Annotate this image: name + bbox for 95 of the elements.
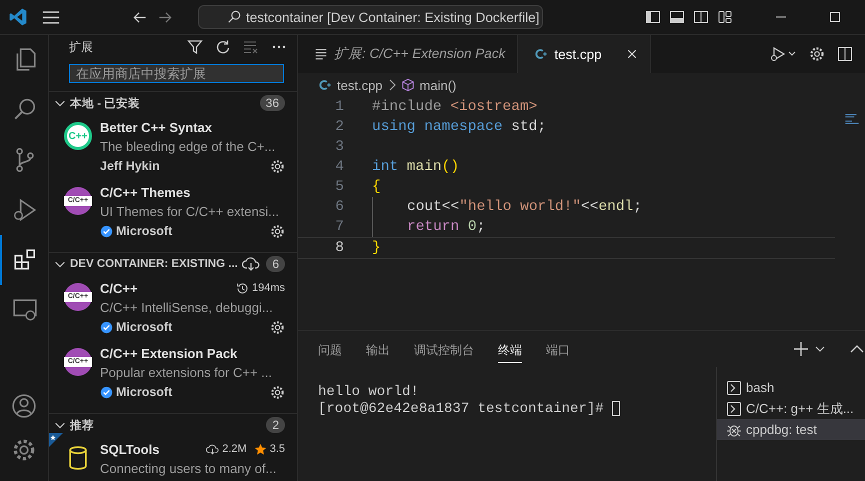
extension-name[interactable]: C/C++ Extension Pack <box>100 346 238 360</box>
search-field[interactable]: 在应用商店中搜索扩展 <box>69 64 284 83</box>
command-center[interactable]: testcontainer [Dev Container: Existing Dockerfile] <box>198 5 543 29</box>
rating: 3.5 <box>270 443 285 455</box>
count-badge: 36 <box>260 95 285 111</box>
split-layout-icon[interactable] <box>693 9 709 25</box>
line-number: 7 <box>334 219 345 235</box>
count-badge: 6 <box>266 256 285 272</box>
run-debug-icon <box>12 197 38 223</box>
line-number: 2 <box>334 119 345 135</box>
split-editor-icon[interactable] <box>837 46 853 62</box>
settings-icon[interactable] <box>809 46 825 62</box>
back-icon[interactable] <box>132 10 148 24</box>
section-title[interactable]: 推荐 <box>70 418 266 432</box>
extension-name[interactable]: SQLTools <box>100 442 160 456</box>
sidebar-title: 扩展 <box>69 38 94 56</box>
chevron-down-icon[interactable] <box>815 344 825 354</box>
clear-icon[interactable] <box>243 39 259 56</box>
count-badge: 2 <box>266 417 285 433</box>
line-number: 8 <box>334 240 345 256</box>
extension-name[interactable]: C/C++ Themes <box>100 184 190 200</box>
line-number: 6 <box>334 199 345 215</box>
chevron-icon <box>388 79 396 91</box>
code-line: using namespace std; <box>372 119 546 135</box>
section-title[interactable]: 本地 - 已安装 <box>70 96 260 110</box>
terminal-line: hello world! <box>318 384 419 400</box>
cpp-file-icon <box>534 47 548 61</box>
search-icon <box>227 10 241 24</box>
extension-name[interactable]: C/C++ <box>100 280 138 296</box>
code-line: { <box>372 179 381 195</box>
terminal-item[interactable]: C/C++: g++ 生成... <box>717 398 865 419</box>
terminal-item[interactable]: cppdbg: test <box>717 419 865 440</box>
layout-grid-icon[interactable] <box>717 9 733 25</box>
activation-time: 194ms <box>252 282 285 294</box>
maximize-icon[interactable] <box>829 11 841 23</box>
extension-description: Popular extensions for C++ ... <box>100 364 273 382</box>
add-icon[interactable] <box>793 341 809 357</box>
menu-icon[interactable] <box>42 10 60 24</box>
settings-icon[interactable] <box>11 437 37 463</box>
cpp-file-icon <box>318 78 332 92</box>
settings-icon[interactable] <box>270 224 285 238</box>
cloud-download-icon <box>206 442 220 456</box>
code-line: cout<<"hello world!"<<endl; <box>406 199 642 215</box>
terminal-item[interactable]: bash <box>717 377 865 398</box>
refresh-icon[interactable] <box>215 39 231 56</box>
panel-tab[interactable]: 端口 <box>546 336 570 362</box>
window-title: testcontainer [Dev Container: Existing Dockerfile] <box>246 10 540 24</box>
account-icon[interactable] <box>11 393 37 419</box>
editor-tab[interactable]: test.cpp <box>518 35 651 73</box>
logo-icon <box>8 7 28 27</box>
download-count: 2.2M <box>222 443 247 455</box>
publisher-name: Microsoft <box>116 224 172 238</box>
code-line: #include <iostream> <box>372 99 538 115</box>
panel-toggle-icon[interactable] <box>669 9 685 25</box>
cube-icon <box>400 78 415 92</box>
extension-name[interactable]: Better C++ Syntax <box>100 120 212 134</box>
publisher-name: Jeff Hykin <box>100 159 160 173</box>
sidebar-toggle-icon[interactable] <box>645 9 661 25</box>
breadcrumb-item[interactable]: main() <box>420 78 456 92</box>
line-number: 3 <box>334 139 345 155</box>
panel-tab[interactable]: 输出 <box>366 336 390 362</box>
settings-icon[interactable] <box>270 384 285 400</box>
extension-description: UI Themes for C/C++ extensi... <box>100 203 280 221</box>
line-number: 5 <box>334 179 345 195</box>
filter-icon[interactable] <box>187 39 203 56</box>
close-icon[interactable] <box>626 48 638 60</box>
breadcrumb-item[interactable]: test.cpp <box>337 78 383 92</box>
run-debug-icon[interactable] <box>769 46 797 62</box>
panel-tab[interactable]: 终端 <box>498 336 522 362</box>
settings-icon[interactable] <box>270 158 285 174</box>
code-line: } <box>372 240 381 256</box>
terminal-cursor <box>612 401 620 416</box>
line-number: 4 <box>334 159 345 175</box>
terminal-icon <box>726 380 742 396</box>
code-line: return 0; <box>406 219 486 235</box>
extension-description: The bleeding edge of the C+... <box>100 138 276 156</box>
document-icon <box>314 47 328 61</box>
line-number: 1 <box>334 99 345 115</box>
extension-description: Connecting users to many of... <box>100 460 278 478</box>
cloud-download-icon[interactable] <box>242 256 260 272</box>
terminal-line: [root@62e42e8a1837 testcontainer]# <box>318 400 604 416</box>
publisher-name: Microsoft <box>116 320 172 334</box>
section-title[interactable]: DEV CONTAINER: EXISTING ... <box>70 258 242 270</box>
history-icon <box>236 282 249 294</box>
minimap-drawing <box>845 114 859 124</box>
remote-explorer-icon <box>12 297 38 323</box>
code-line: int main() <box>372 159 460 175</box>
panel-tab[interactable]: 问题 <box>318 336 342 362</box>
extension-logo: C++ <box>64 122 92 150</box>
extension-description: C/C++ IntelliSense, debuggi... <box>100 299 274 317</box>
panel-tab[interactable]: 调试控制台 <box>414 336 474 362</box>
publisher-name: Microsoft <box>116 385 172 399</box>
terminal-icon <box>726 400 742 416</box>
star-icon <box>254 442 267 456</box>
settings-icon[interactable] <box>270 320 285 334</box>
